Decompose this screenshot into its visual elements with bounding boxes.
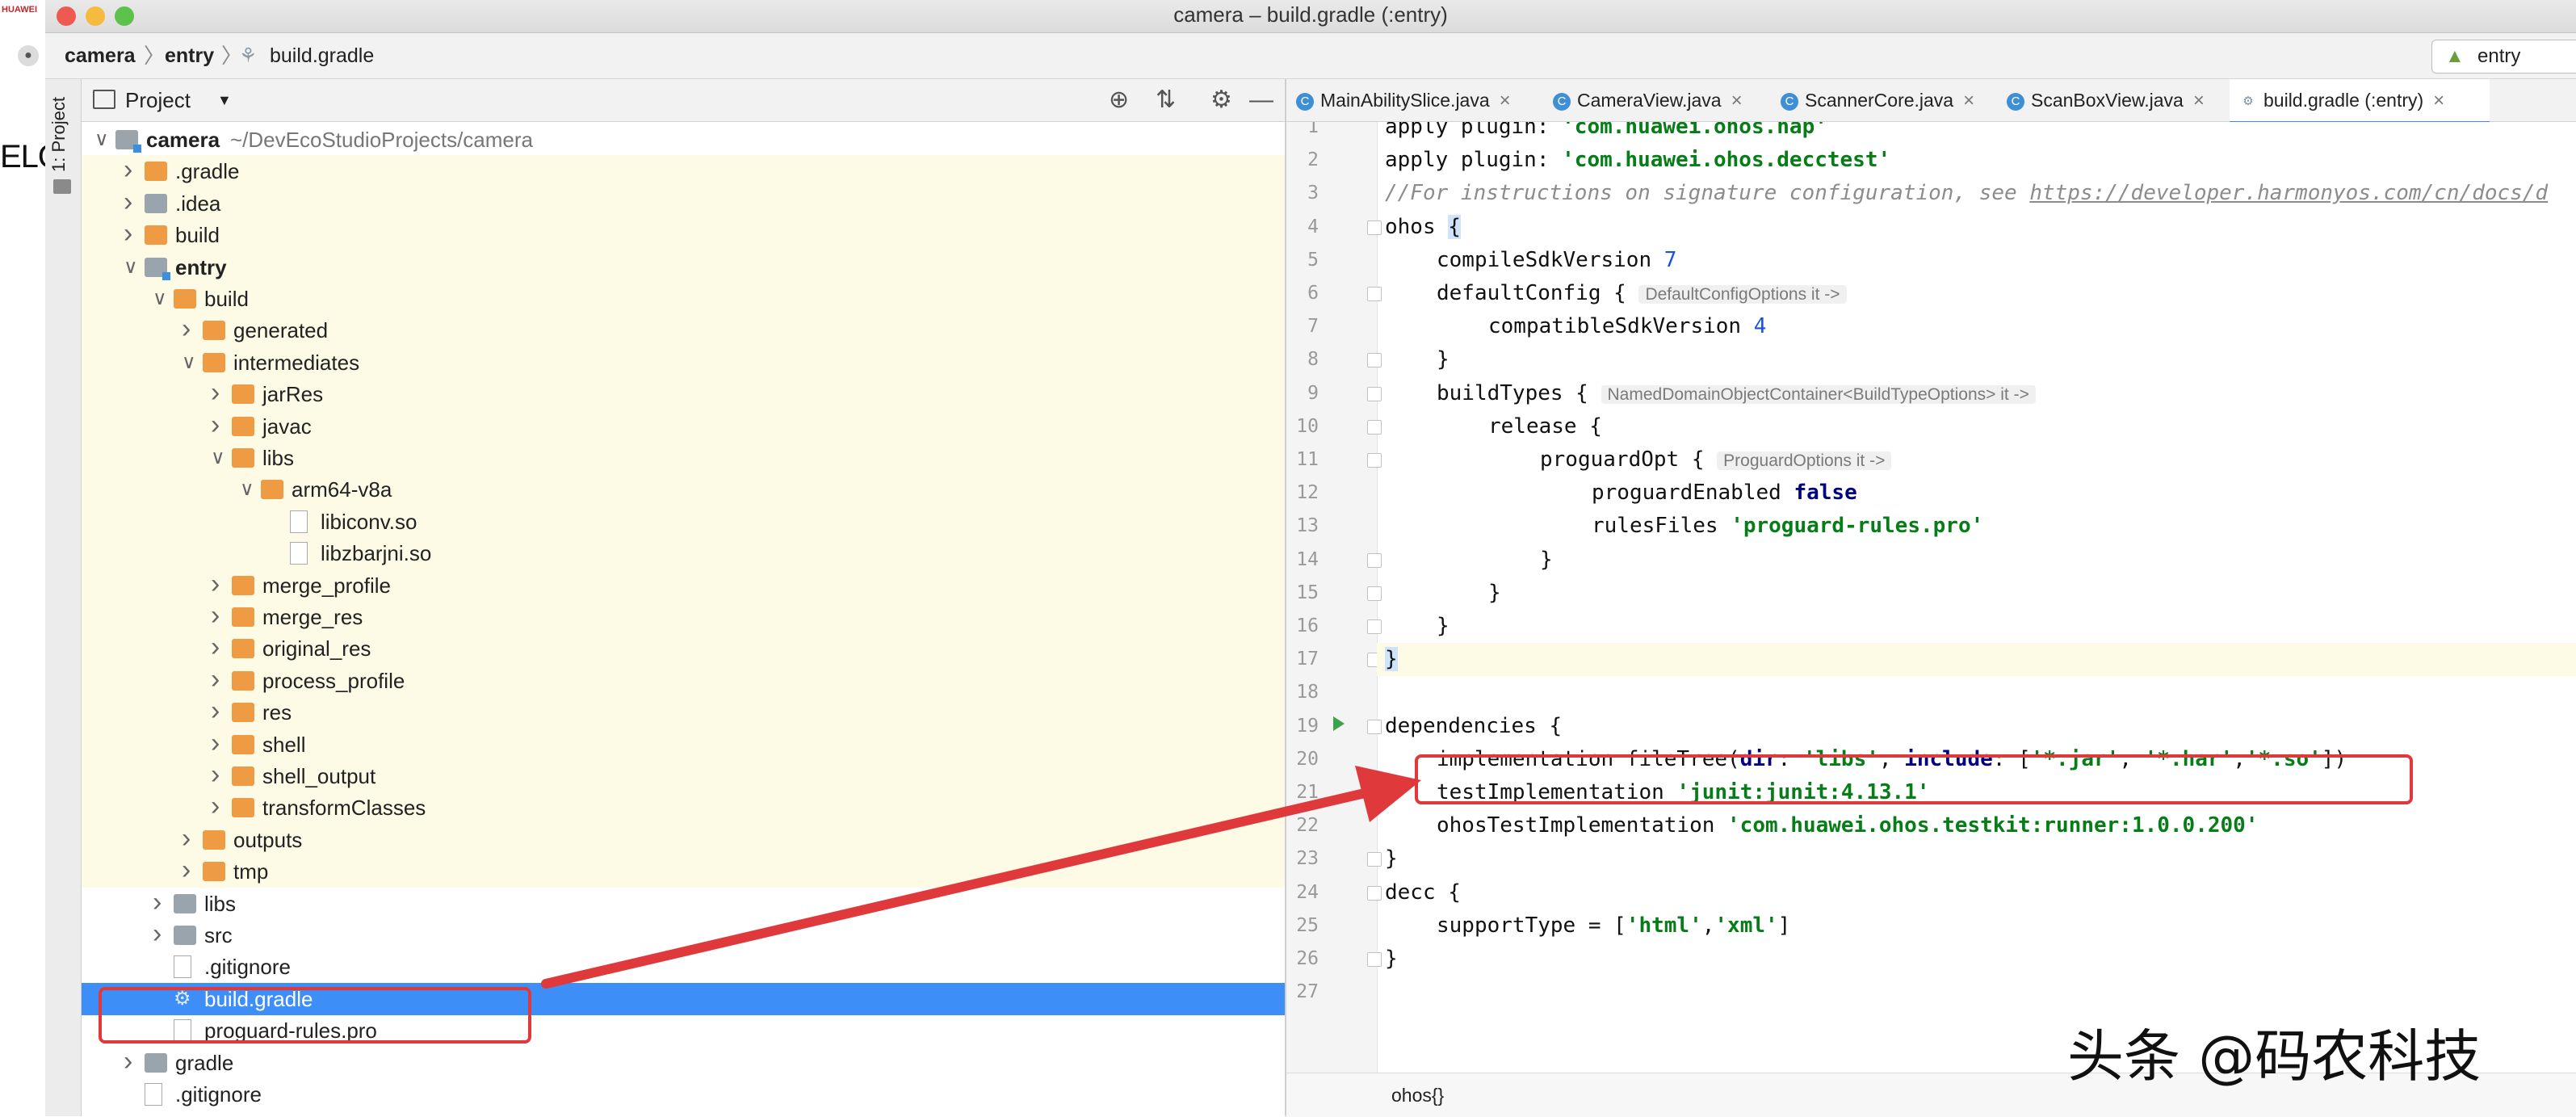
annotation-arrow	[541, 766, 1421, 989]
watermark: 头条 @码农科技	[2067, 1023, 2482, 1090]
